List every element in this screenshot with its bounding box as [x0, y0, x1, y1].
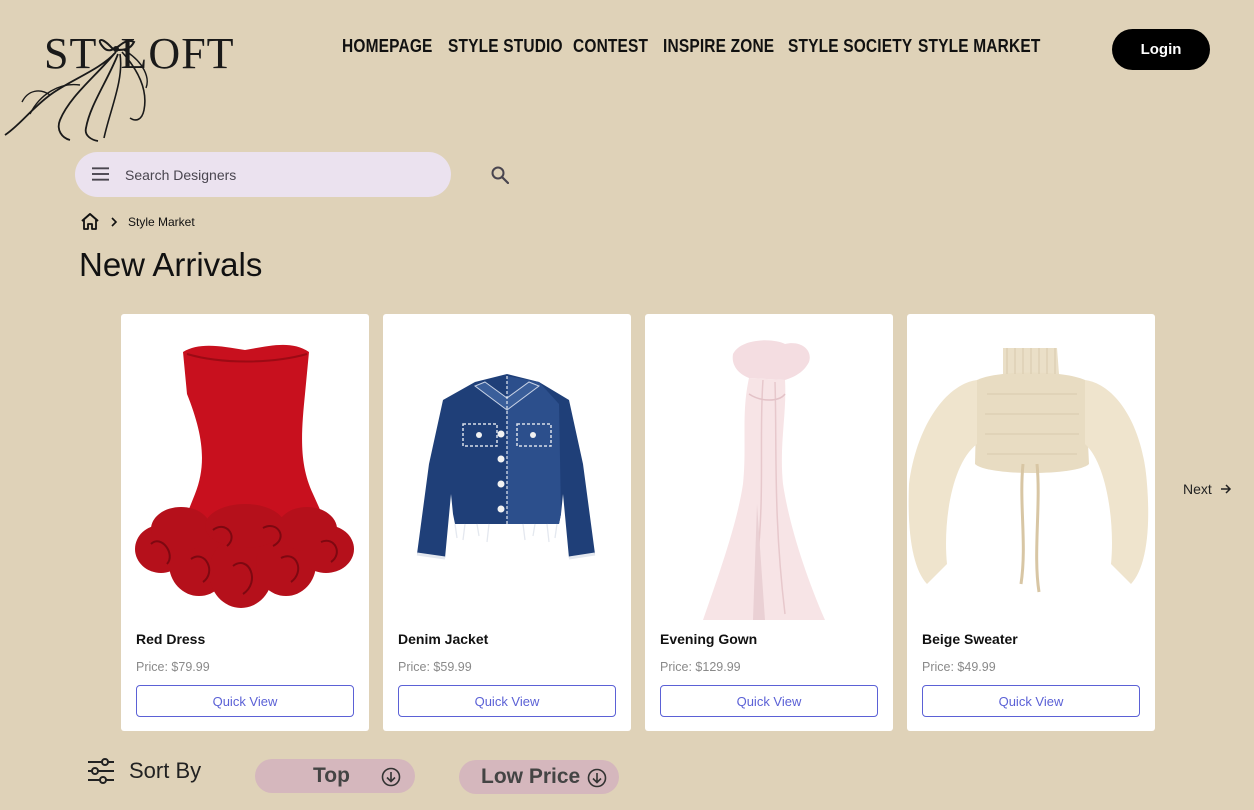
quick-view-button[interactable]: Quick View — [398, 685, 616, 717]
sort-option-label: Top — [313, 764, 350, 787]
arrow-down-circle-icon — [381, 767, 401, 787]
arrow-down-circle-icon — [587, 768, 607, 788]
product-price: Price: $49.99 — [922, 660, 996, 674]
nav-inspire-zone[interactable]: INSPIRE ZONE — [663, 36, 774, 57]
arrow-right-icon — [1220, 484, 1231, 494]
next-button[interactable]: Next — [1183, 481, 1232, 497]
sort-option-label: Low Price — [481, 765, 581, 788]
breadcrumb: Style Market — [80, 212, 195, 231]
product-price: Price: $59.99 — [398, 660, 472, 674]
menu-icon[interactable] — [92, 167, 109, 181]
quick-view-button[interactable]: Quick View — [136, 685, 354, 717]
nav-style-society[interactable]: STYLE SOCIETY — [788, 36, 912, 57]
product-name: Evening Gown — [660, 631, 758, 647]
search-input[interactable] — [125, 164, 405, 186]
sort-option-low-price[interactable]: Low Price — [459, 760, 619, 794]
product-name: Beige Sweater — [922, 631, 1018, 647]
nav-style-market[interactable]: STYLE MARKET — [918, 36, 1040, 57]
nav-style-studio[interactable]: STYLE STUDIO — [448, 36, 563, 57]
next-label: Next — [1183, 481, 1212, 497]
red-dress-image — [135, 344, 354, 608]
sort-control: Sort By — [87, 758, 201, 784]
chevron-right-icon — [111, 216, 118, 227]
quick-view-button[interactable]: Quick View — [660, 685, 878, 717]
logo-text: ST LOFT — [44, 29, 235, 78]
product-price: Price: $79.99 — [136, 660, 210, 674]
quick-view-button[interactable]: Quick View — [922, 685, 1140, 717]
evening-gown-image — [703, 340, 825, 620]
product-price: Price: $129.99 — [660, 660, 741, 674]
product-carousel: Red Dress Price: $79.99 Quick View Denim… — [121, 314, 1155, 731]
page-title: New Arrivals — [79, 246, 263, 283]
search-icon[interactable] — [491, 166, 509, 184]
product-card[interactable]: Beige Sweater Price: $49.99 Quick View — [907, 314, 1155, 731]
brand-logo[interactable]: ST LOFT — [0, 10, 280, 142]
product-name: Red Dress — [136, 631, 206, 647]
nav-homepage[interactable]: HOMEPAGE — [342, 36, 433, 57]
denim-jacket-image — [416, 374, 596, 560]
sort-option-top[interactable]: Top — [255, 759, 415, 793]
home-icon[interactable] — [80, 212, 100, 231]
main-nav: HOMEPAGE STYLE STUDIO CONTEST INSPIRE ZO… — [342, 36, 1040, 57]
product-name: Denim Jacket — [398, 631, 489, 647]
product-card[interactable]: Denim Jacket Price: $59.99 Quick View — [383, 314, 631, 731]
nav-contest[interactable]: CONTEST — [573, 36, 650, 57]
breadcrumb-current[interactable]: Style Market — [128, 215, 195, 229]
login-button[interactable]: Login — [1112, 29, 1210, 70]
sliders-icon[interactable] — [87, 758, 115, 784]
beige-sweater-image — [908, 348, 1149, 593]
sort-label: Sort By — [129, 758, 202, 783]
product-card[interactable]: Red Dress Price: $79.99 Quick View — [121, 314, 369, 731]
search-bar — [75, 152, 509, 197]
product-card[interactable]: Evening Gown Price: $129.99 Quick View — [645, 314, 893, 731]
